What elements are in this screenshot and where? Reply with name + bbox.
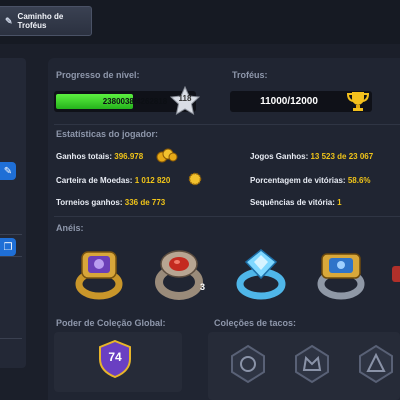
divider — [54, 216, 400, 217]
divider — [54, 124, 400, 125]
edit-icon: ✎ — [3, 165, 13, 177]
blue-gold-ring-icon[interactable] — [312, 244, 370, 302]
cue-collection-emblem-3-icon[interactable] — [356, 344, 396, 384]
sidebar-divider — [0, 338, 22, 339]
collection-power-label: Poder de Coleção Global: — [56, 318, 166, 328]
edit-button[interactable]: ✎ — [0, 162, 16, 180]
win-percentage-value: 58.6% — [347, 176, 371, 185]
win-streak-value: 1 — [337, 198, 342, 207]
cue-collection-emblem-1-icon[interactable] — [228, 344, 268, 384]
coin-wallet-label: Carteira de Moedas: — [56, 176, 133, 185]
sidebar-divider — [0, 234, 22, 235]
cue-collection-emblem-2-icon[interactable] — [292, 344, 332, 384]
tournaments-won: Torneios ganhos: 336 de 773 — [56, 198, 165, 207]
games-won: Jogos Ganhos: 13 523 de 23 067 — [250, 152, 373, 161]
copy-icon: ❐ — [3, 241, 13, 253]
purple-gem-ring-icon[interactable] — [70, 244, 128, 302]
player-stats-label: Estatísticas do jogador: — [56, 129, 159, 139]
win-percentage: Porcentagem de vitórias: 58.6% — [250, 176, 371, 185]
tournaments-won-value: 336 de 773 — [124, 198, 166, 207]
total-earnings: Ganhos totais: 396.978 — [56, 152, 143, 161]
top-bar: ✎ Caminho de Troféus — [0, 0, 400, 44]
games-won-value: 13 523 de 23 067 — [310, 152, 374, 161]
total-earnings-label: Ganhos totais: — [56, 152, 113, 161]
tournaments-won-label: Torneios ganhos: — [56, 198, 123, 207]
trophy-icon — [346, 92, 370, 111]
games-won-label: Jogos Ganhos: — [250, 152, 309, 161]
coins-icon — [156, 148, 178, 163]
red-gem-ring-icon[interactable] — [150, 244, 208, 302]
win-streak-label: Sequências de vitória: — [250, 198, 335, 207]
pencil-icon: ✎ — [5, 15, 13, 26]
coin-wallet: Carteira de Moedas: 1 012 820 — [56, 176, 170, 185]
cue-collections-label: Coleções de tacos: — [214, 318, 297, 328]
trophies-value: 11000/12000 — [260, 96, 318, 107]
level-number: 118 — [178, 94, 192, 103]
ring-count: 3 — [200, 282, 206, 292]
tab-trophy-road[interactable]: ✎ Caminho de Troféus — [0, 6, 92, 36]
collection-power-value: 74 — [108, 350, 122, 364]
coin-icon — [188, 172, 202, 186]
blue-gem-ring-icon[interactable] — [232, 244, 290, 302]
win-percentage-label: Porcentagem de vitórias: — [250, 176, 346, 185]
sidebar — [0, 58, 26, 368]
coin-wallet-value: 1 012 820 — [134, 176, 171, 185]
ring-partial-icon[interactable] — [390, 264, 400, 284]
trophies-label: Troféus: — [232, 70, 268, 80]
level-progress-label: Progresso de nível: — [56, 70, 140, 80]
rings-label: Anéis: — [56, 223, 84, 233]
tab-trophy-road-label: Caminho de Troféus — [17, 12, 64, 30]
copy-button[interactable]: ❐ — [0, 238, 16, 256]
total-earnings-value: 396.978 — [114, 152, 144, 161]
win-streak: Sequências de vitória: 1 — [250, 198, 342, 207]
sidebar-divider — [0, 256, 22, 257]
